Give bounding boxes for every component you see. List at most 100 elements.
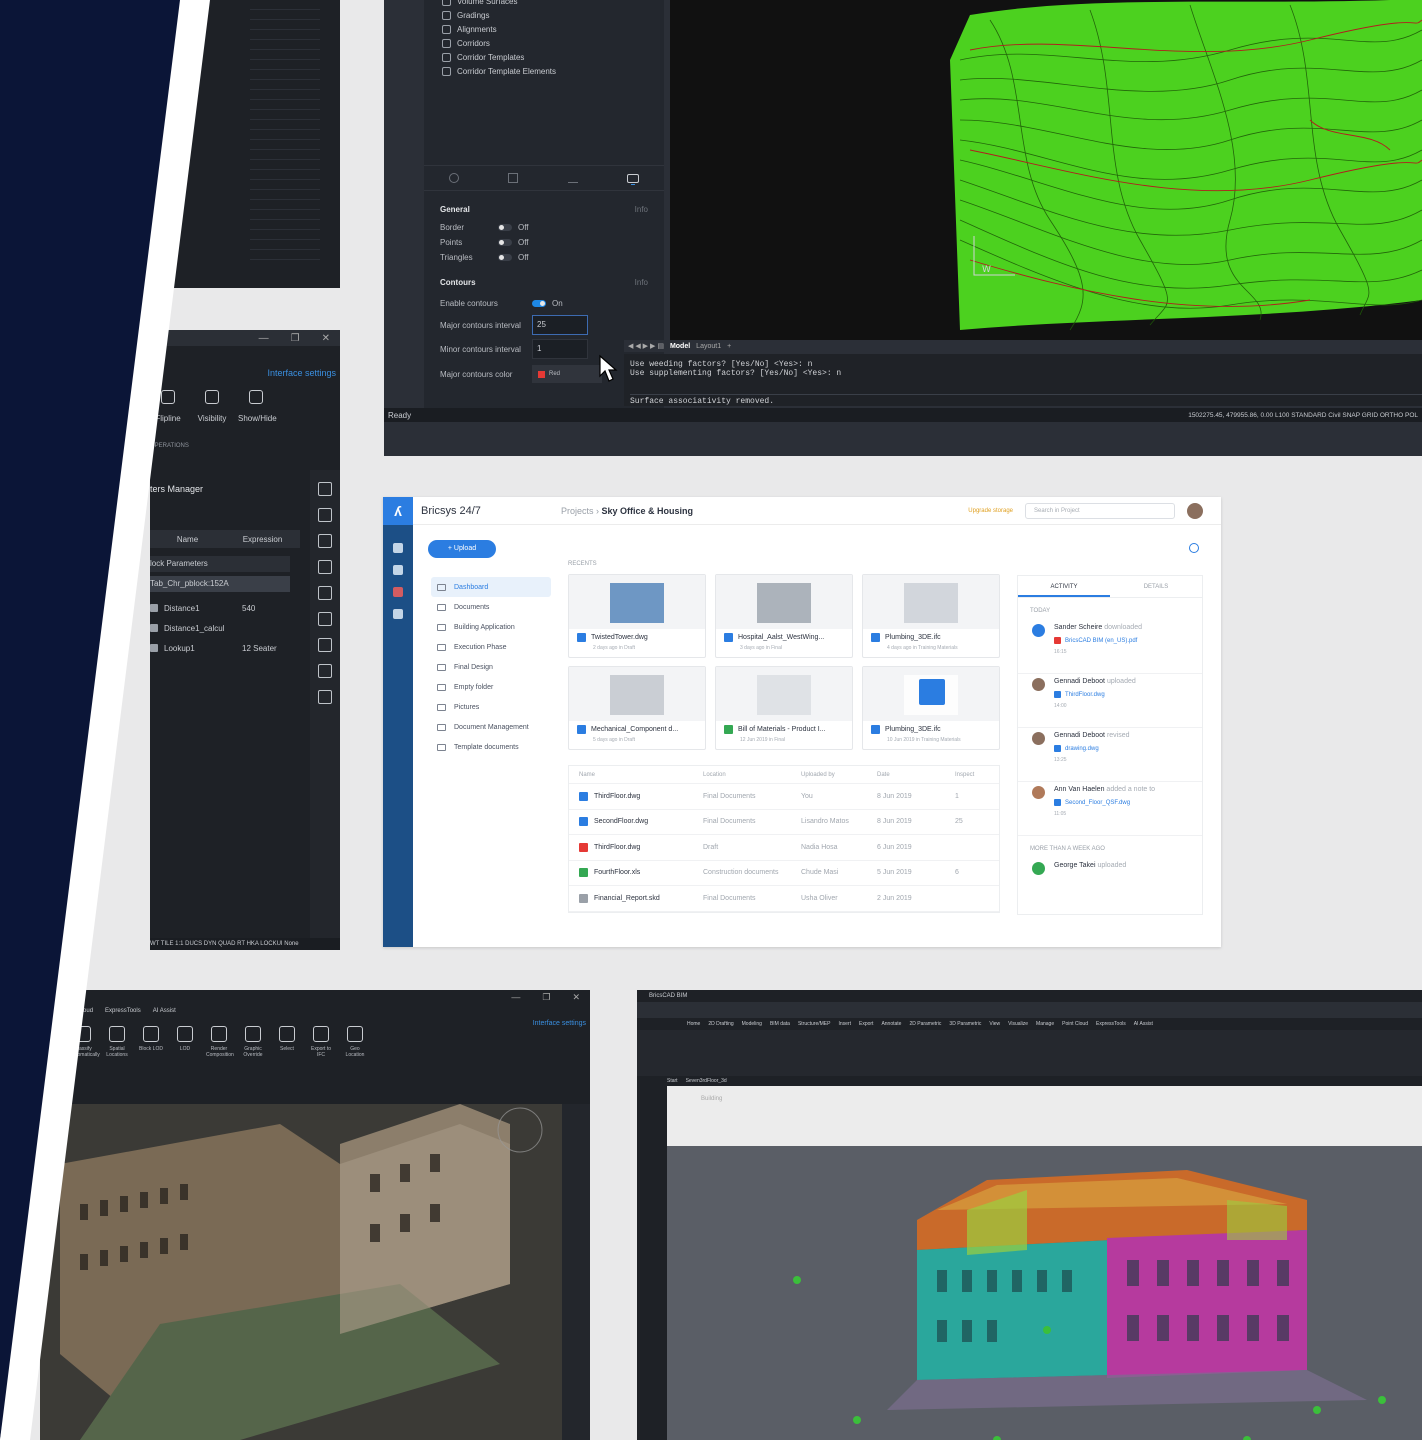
- layer-row[interactable]: [250, 50, 320, 60]
- tool-button[interactable]: Show/Hide: [238, 390, 277, 423]
- recent-file-card[interactable]: TwistedTower.dwg 2 days ago in Draft: [568, 574, 706, 658]
- trophy-icon[interactable]: [318, 638, 332, 652]
- layer-row[interactable]: [250, 140, 320, 150]
- block-row[interactable]: Tab_Chr_pblock:152A: [150, 576, 290, 592]
- table-row[interactable]: ThirdFloor.dwg Draft Nadia Hosa 6 Jun 2019: [569, 835, 999, 861]
- table-row[interactable]: ThirdFloor.dwg Final Documents You 8 Jun 20…: [569, 784, 999, 810]
- tree-item[interactable]: Gradings: [424, 8, 664, 22]
- group-row[interactable]: lock Parameters: [150, 556, 290, 572]
- layer-list[interactable]: [250, 0, 320, 280]
- bim-viewport[interactable]: Building: [667, 1086, 1422, 1440]
- ribbon-tab[interactable]: Modeling: [742, 1021, 762, 1027]
- folder-item[interactable]: Execution Phase: [431, 637, 551, 657]
- avatar[interactable]: [1187, 502, 1203, 519]
- column-header[interactable]: Name: [579, 772, 703, 778]
- cloud-icon[interactable]: [318, 690, 332, 704]
- folder-item[interactable]: Pictures: [431, 697, 551, 717]
- home-icon[interactable]: [393, 543, 403, 553]
- layer-row[interactable]: [250, 90, 320, 100]
- layer-row[interactable]: [250, 220, 320, 230]
- grid-icon[interactable]: [318, 534, 332, 548]
- activity-file[interactable]: Second_Floor_QSF.dwg: [1054, 799, 1190, 806]
- layer-row[interactable]: [250, 100, 320, 110]
- layer-row[interactable]: [250, 80, 320, 90]
- files-icon[interactable]: [393, 565, 403, 575]
- parameter-row[interactable]: Lookup1 12 Seater: [150, 638, 300, 658]
- upgrade-storage-link[interactable]: Upgrade storage: [968, 508, 1013, 514]
- ribbon-button[interactable]: Export to IFC: [308, 1026, 334, 1074]
- folder-item[interactable]: Document Management: [431, 717, 551, 737]
- layer-row[interactable]: [250, 0, 320, 10]
- layer-row[interactable]: [250, 200, 320, 210]
- ribbon-tab[interactable]: Point Cloud: [1062, 1021, 1088, 1027]
- layer-row[interactable]: [250, 190, 320, 200]
- tab-activity[interactable]: ACTIVITY: [1018, 576, 1110, 597]
- folder-item[interactable]: Template documents: [431, 737, 551, 757]
- prop-toggle[interactable]: [498, 254, 512, 261]
- layer-row[interactable]: [250, 110, 320, 120]
- layer-row[interactable]: [250, 250, 320, 260]
- notifications-icon[interactable]: [393, 587, 403, 597]
- close-icon[interactable]: ✕: [322, 333, 330, 344]
- interface-settings-link[interactable]: Interface settings: [267, 368, 336, 378]
- ribbon-tab[interactable]: BIM data: [770, 1021, 790, 1027]
- tab-camera-icon[interactable]: [627, 173, 640, 183]
- layer-row[interactable]: [250, 210, 320, 220]
- folder-item[interactable]: Empty folder: [431, 677, 551, 697]
- ribbon-tab[interactable]: AI Assist: [153, 1008, 176, 1014]
- ribbon-tab[interactable]: Home: [687, 1021, 700, 1027]
- contours-section[interactable]: Contours Info: [424, 271, 664, 293]
- ribbon-button[interactable]: Block LOD: [138, 1026, 164, 1074]
- ribbon-tab[interactable]: Annotate: [881, 1021, 901, 1027]
- layer-row[interactable]: [250, 130, 320, 140]
- ribbon-button[interactable]: LOD: [172, 1026, 198, 1074]
- recent-file-card[interactable]: Hospital_Aalst_WestWing... 3 days ago in …: [715, 574, 853, 658]
- function-icon[interactable]: [318, 560, 332, 574]
- close-icon[interactable]: ✕: [572, 992, 580, 1003]
- older-activity-item[interactable]: George Takei uploaded: [1018, 858, 1202, 878]
- layer-row[interactable]: [250, 230, 320, 240]
- activity-file[interactable]: ThirdFloor.dwg: [1054, 691, 1190, 698]
- ribbon-tab[interactable]: Visualize: [1008, 1021, 1028, 1027]
- add-layout-icon[interactable]: +: [727, 343, 731, 350]
- tab-details[interactable]: DETAILS: [1110, 576, 1202, 597]
- ribbon-tab[interactable]: 3D Parametric: [949, 1021, 981, 1027]
- tool-button[interactable]: Visibility: [194, 390, 230, 423]
- major-color-select[interactable]: Red: [532, 365, 602, 383]
- recent-file-card[interactable]: Mechanical_Component d... 5 days ago in D…: [568, 666, 706, 750]
- table-row[interactable]: FourthFloor.xls Construction documents Chu…: [569, 861, 999, 886]
- sliders-icon[interactable]: [318, 482, 332, 496]
- minimize-icon[interactable]: —: [259, 333, 269, 344]
- attach-icon[interactable]: [318, 586, 332, 600]
- layer-row[interactable]: [250, 180, 320, 190]
- layer-row[interactable]: [250, 160, 320, 170]
- folder-item[interactable]: Dashboard: [431, 577, 551, 597]
- activity-file[interactable]: drawing.dwg: [1054, 745, 1190, 752]
- layer-row[interactable]: [250, 40, 320, 50]
- ribbon-button[interactable]: Graphic Override: [240, 1026, 266, 1074]
- tree-item[interactable]: Volume Surfaces: [424, 0, 664, 8]
- enable-contours-toggle[interactable]: [532, 299, 546, 307]
- parameter-row[interactable]: Distance1 540: [150, 598, 300, 618]
- tree-item[interactable]: Alignments: [424, 22, 664, 36]
- prop-toggle[interactable]: [498, 239, 512, 246]
- document-tab[interactable]: Seven3rdFloor_3d: [686, 1078, 727, 1084]
- ribbon-button[interactable]: Render Composition: [206, 1026, 234, 1074]
- activity-item[interactable]: Ann Van Haelen added a note to Second_Flo…: [1018, 782, 1202, 836]
- ribbon-button[interactable]: Select: [274, 1026, 300, 1074]
- folder-item[interactable]: Building Application: [431, 617, 551, 637]
- bricsys-logo[interactable]: ʎ: [383, 497, 413, 525]
- ribbon-tab[interactable]: Manage: [1036, 1021, 1054, 1027]
- maximize-icon[interactable]: ❐: [542, 992, 550, 1003]
- layer-row[interactable]: [250, 120, 320, 130]
- status-coords[interactable]: 1502275.45, 479955.86, 0.00 L100 STANDAR…: [1188, 412, 1418, 419]
- upload-button[interactable]: + Upload: [428, 540, 496, 558]
- table-row[interactable]: Financial_Report.skd Final Documents Usha …: [569, 886, 999, 912]
- ribbon-tab[interactable]: ExpressTools: [105, 1008, 141, 1014]
- major-interval-input[interactable]: 25: [532, 315, 588, 335]
- breadcrumb-root[interactable]: Projects: [561, 506, 594, 516]
- layer-row[interactable]: [250, 170, 320, 180]
- layer-row[interactable]: [250, 20, 320, 30]
- minor-interval-input[interactable]: 1: [532, 339, 588, 359]
- column-header[interactable]: Location: [703, 772, 801, 778]
